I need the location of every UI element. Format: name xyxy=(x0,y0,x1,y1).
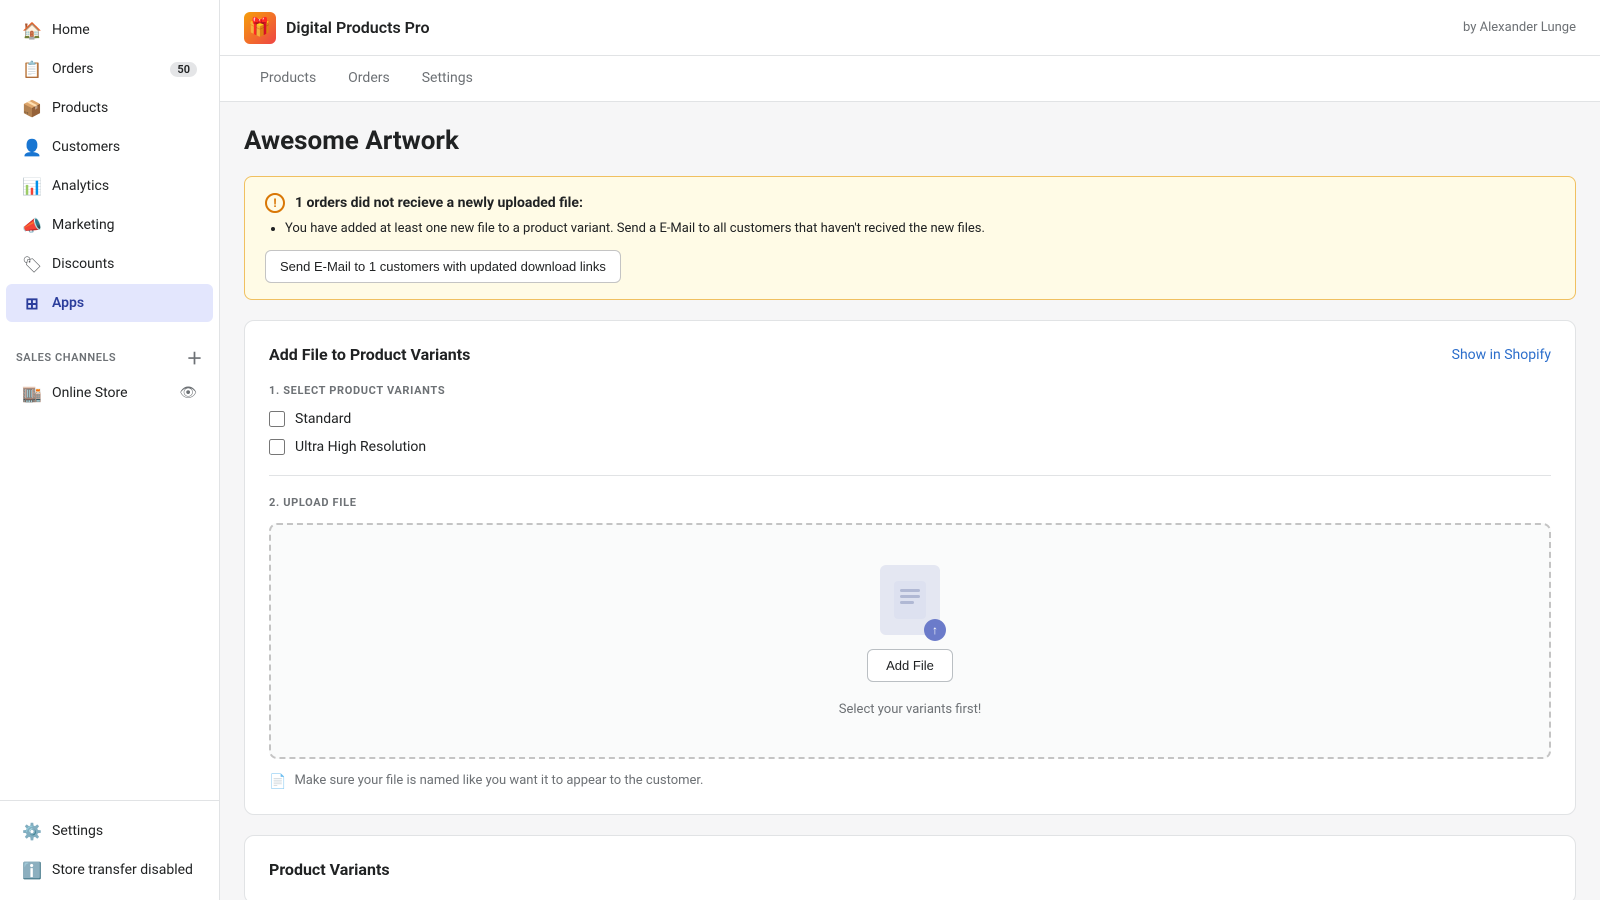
sidebar-label-orders: Orders xyxy=(52,61,94,77)
sidebar-label-store-transfer: Store transfer disabled xyxy=(52,862,193,878)
variant-row-ultra-high-resolution: Ultra High Resolution xyxy=(269,439,1551,455)
sidebar-icon-online-store: 🏬 xyxy=(22,383,42,403)
step1-label: 1. SELECT PRODUCT VARIANTS xyxy=(269,384,1551,397)
sidebar-bottom: ⚙️ Settings ℹ️ Store transfer disabled xyxy=(0,800,219,900)
sidebar-item-settings[interactable]: ⚙️ Settings xyxy=(6,812,213,850)
tabs-bar: ProductsOrdersSettings xyxy=(220,56,1600,102)
add-sales-channel-icon[interactable]: ＋ xyxy=(186,345,203,369)
sidebar-label-customers: Customers xyxy=(52,139,120,155)
sidebar-icon-store-transfer: ℹ️ xyxy=(22,860,42,880)
upload-arrow-badge: ↑ xyxy=(924,619,946,641)
sidebar-item-online-store[interactable]: 🏬 Online Store 👁 xyxy=(6,374,213,412)
sidebar-item-customers[interactable]: 👤 Customers xyxy=(6,128,213,166)
variant-checkbox-standard[interactable] xyxy=(269,411,285,427)
sidebar-label-discounts: Discounts xyxy=(52,256,114,272)
card-title: Add File to Product Variants xyxy=(269,345,470,364)
variant-label-ultra-high-resolution: Ultra High Resolution xyxy=(295,439,426,455)
section-divider xyxy=(269,475,1551,476)
sidebar-label-products: Products xyxy=(52,100,108,116)
product-variants-card: Product Variants xyxy=(244,835,1576,900)
main-content: 🎁 Digital Products Pro by Alexander Lung… xyxy=(220,0,1600,900)
app-header-left: 🎁 Digital Products Pro xyxy=(244,12,430,44)
app-title: Digital Products Pro xyxy=(286,18,430,37)
sidebar-icon-orders: 📋 xyxy=(22,59,42,79)
send-email-button[interactable]: Send E-Mail to 1 customers with updated … xyxy=(265,250,621,283)
sidebar-icon-marketing: 📣 xyxy=(22,215,42,235)
sidebar-icon-analytics: 📊 xyxy=(22,176,42,196)
sidebar-label-marketing: Marketing xyxy=(52,217,115,233)
sidebar-label-online-store: Online Store xyxy=(52,385,128,401)
sidebar-item-products[interactable]: 📦 Products xyxy=(6,89,213,127)
tab-orders[interactable]: Orders xyxy=(332,56,406,102)
step2-label: 2. UPLOAD FILE xyxy=(269,496,1551,509)
product-variants-title: Product Variants xyxy=(269,860,1551,879)
variant-checkbox-ultra-high-resolution[interactable] xyxy=(269,439,285,455)
page-content: Awesome Artwork ! 1 orders did not recie… xyxy=(220,102,1600,900)
page-title: Awesome Artwork xyxy=(244,126,1576,156)
sidebar-icon-products: 📦 xyxy=(22,98,42,118)
warning-banner: ! 1 orders did not recieve a newly uploa… xyxy=(244,176,1576,300)
add-file-card: Add File to Product Variants Show in Sho… xyxy=(244,320,1576,815)
sidebar-icon-customers: 👤 xyxy=(22,137,42,157)
tab-settings[interactable]: Settings xyxy=(406,56,489,102)
sidebar-icon-home: 🏠 xyxy=(22,20,42,40)
sidebar-label-home: Home xyxy=(52,22,90,38)
variant-row-standard: Standard xyxy=(269,411,1551,427)
warning-icon: ! xyxy=(265,193,285,213)
sidebar: 🏠 Home 📋 Orders 50 📦 Products 👤 Customer… xyxy=(0,0,220,900)
warning-title: ! 1 orders did not recieve a newly uploa… xyxy=(265,193,1555,213)
note-icon: 📄 xyxy=(269,774,286,790)
note-row: 📄 Make sure your file is named like you … xyxy=(269,773,1551,790)
tab-products[interactable]: Products xyxy=(244,56,332,102)
sidebar-item-apps[interactable]: ⊞ Apps xyxy=(6,284,213,322)
sidebar-label-settings: Settings xyxy=(52,823,103,839)
sidebar-icon-discounts: 🏷 xyxy=(22,254,42,274)
sidebar-item-orders[interactable]: 📋 Orders 50 xyxy=(6,50,213,88)
app-author: by Alexander Lunge xyxy=(1463,20,1576,35)
note-text: Make sure your file is named like you wa… xyxy=(294,773,703,788)
variant-label-standard: Standard xyxy=(295,411,351,427)
sidebar-label-analytics: Analytics xyxy=(52,178,109,194)
show-in-shopify-link[interactable]: Show in Shopify xyxy=(1452,347,1551,363)
sidebar-item-home[interactable]: 🏠 Home xyxy=(6,11,213,49)
visibility-icon-online-store[interactable]: 👁 xyxy=(179,385,197,401)
sidebar-nav: 🏠 Home 📋 Orders 50 📦 Products 👤 Customer… xyxy=(0,0,219,800)
sidebar-icon-settings: ⚙️ xyxy=(22,821,42,841)
upload-area[interactable]: ↑ Add File Select your variants first! xyxy=(269,523,1551,759)
sales-channels-label: SALES CHANNELS ＋ xyxy=(0,333,219,373)
app-header: 🎁 Digital Products Pro by Alexander Lung… xyxy=(220,0,1600,56)
sidebar-item-store-transfer[interactable]: ℹ️ Store transfer disabled xyxy=(6,851,213,889)
warning-body: You have added at least one new file to … xyxy=(265,221,1555,236)
upload-hint: Select your variants first! xyxy=(291,702,1529,717)
sidebar-icon-apps: ⊞ xyxy=(22,293,42,313)
sidebar-item-marketing[interactable]: 📣 Marketing xyxy=(6,206,213,244)
sidebar-label-apps: Apps xyxy=(52,295,84,311)
sidebar-item-discounts[interactable]: 🏷 Discounts xyxy=(6,245,213,283)
add-file-button[interactable]: Add File xyxy=(867,649,953,682)
card-header: Add File to Product Variants Show in Sho… xyxy=(269,345,1551,364)
badge-orders: 50 xyxy=(170,62,197,77)
upload-icon-wrapper: ↑ xyxy=(880,565,940,635)
sidebar-item-analytics[interactable]: 📊 Analytics xyxy=(6,167,213,205)
app-icon: 🎁 xyxy=(244,12,276,44)
